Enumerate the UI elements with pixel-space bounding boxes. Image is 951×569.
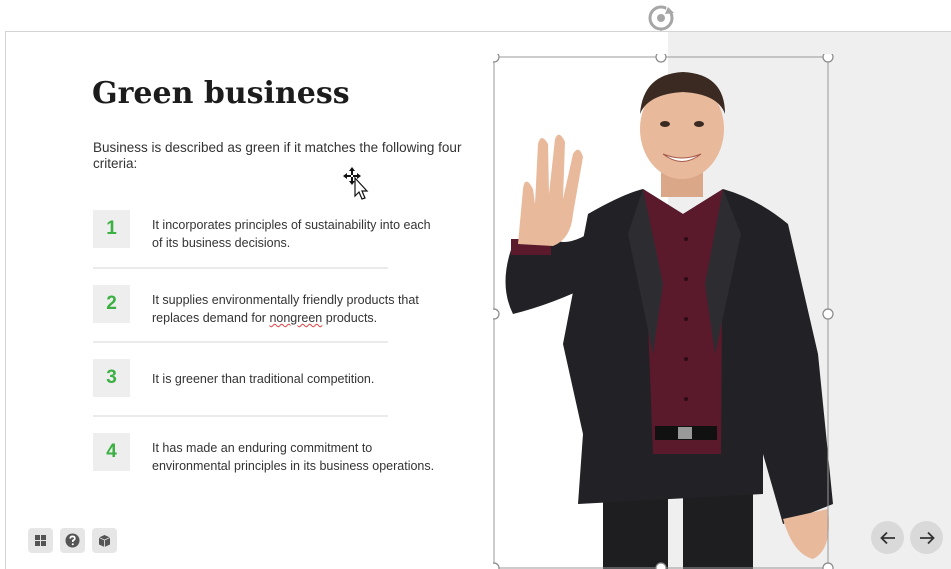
criterion-line: of its business decisions. [152,236,291,250]
criterion-line: replaces demand for nongreen products. [152,309,462,327]
criterion-text: It supplies environmentally friendly pro… [152,291,462,327]
grid-button[interactable] [28,528,53,553]
criterion-line: It supplies environmentally friendly pro… [152,293,419,307]
criterion-text: It has made an enduring commitment to en… [152,439,462,475]
slide-title[interactable]: Green business [92,76,350,111]
arrow-left-icon [879,531,895,544]
move-cursor-icon [343,167,369,200]
spellcheck-word[interactable]: nongreen [269,311,322,325]
grid-icon [35,535,46,546]
next-slide-button[interactable] [910,521,943,554]
criterion-item[interactable]: 1 It incorporates principles of sustaina… [93,210,463,250]
criterion-number: 2 [93,285,130,323]
criterion-line: It incorporates principles of sustainabi… [152,218,431,232]
text-segment: replaces demand for [152,311,270,325]
arrow-right-icon [919,531,935,544]
criterion-item[interactable]: 2 It supplies environmentally friendly p… [93,285,463,325]
previous-slide-button[interactable] [871,521,904,554]
criterion-text: It incorporates principles of sustainabi… [152,216,462,252]
divider [93,341,388,343]
criterion-item[interactable]: 3 It is greener than traditional competi… [93,359,463,399]
criterion-line: environmental principles in its business… [152,459,435,473]
package-button[interactable] [92,528,117,553]
divider [93,267,388,269]
text-segment: products. [322,311,378,325]
criterion-number: 4 [93,433,130,471]
criterion-text: It is greener than traditional competiti… [152,372,375,386]
criterion-line: It has made an enduring commitment to [152,441,373,455]
help-button[interactable] [60,528,85,553]
help-icon [65,533,80,548]
rotate-icon [648,5,675,31]
criterion-number: 3 [93,359,130,397]
criterion-item[interactable]: 4 It has made an enduring commitment to … [93,433,463,473]
intro-text[interactable]: Business is described as green if it mat… [93,140,463,172]
package-icon [98,534,111,547]
slide-canvas: Green business Business is described as … [5,31,951,569]
divider [93,415,388,417]
person-photo[interactable] [493,54,838,569]
criterion-number: 1 [93,210,130,248]
